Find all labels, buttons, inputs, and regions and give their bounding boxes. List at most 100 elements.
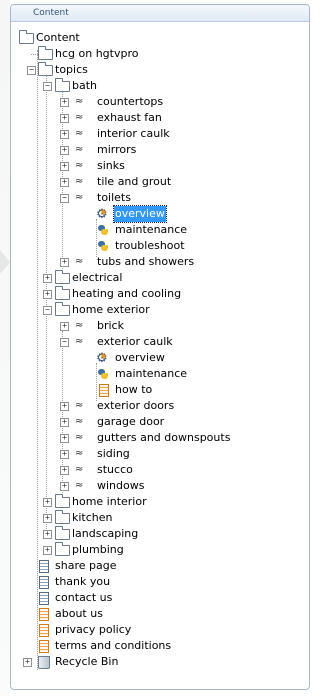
- expand-icon[interactable]: +: [60, 130, 69, 139]
- template-icon: ≈: [75, 96, 84, 107]
- tree-item-plumbing[interactable]: + plumbing: [11, 542, 309, 558]
- tree-item-mirrors[interactable]: + ≈ mirrors: [11, 142, 309, 158]
- expand-icon[interactable]: +: [43, 274, 52, 283]
- tree-item-hcg[interactable]: hcg on hgtvpro: [11, 46, 309, 62]
- tree-item-share-page[interactable]: share page: [11, 558, 309, 574]
- left-gutter: [0, 0, 10, 696]
- tree-item-stucco[interactable]: + ≈ stucco: [11, 462, 309, 478]
- expand-icon[interactable]: +: [43, 290, 52, 299]
- expand-icon[interactable]: +: [43, 546, 52, 555]
- tree-item-exterior-caulk-overview[interactable]: ⚙ overview: [11, 350, 309, 366]
- expand-icon[interactable]: +: [60, 322, 69, 331]
- template-icon: ≈: [75, 256, 84, 267]
- expand-icon[interactable]: +: [43, 514, 52, 523]
- tree-item-exterior-caulk-maintenance[interactable]: maintenance: [11, 366, 309, 382]
- collapse-arrow-icon[interactable]: [0, 250, 10, 274]
- expand-icon[interactable]: +: [60, 402, 69, 411]
- page-icon: [39, 560, 49, 573]
- expand-icon[interactable]: +: [60, 146, 69, 155]
- tree-item-privacy-policy[interactable]: privacy policy: [11, 622, 309, 638]
- template-icon: ≈: [75, 144, 84, 155]
- tree-item-heating-and-cooling[interactable]: + heating and cooling: [11, 286, 309, 302]
- python-icon: [97, 368, 109, 380]
- document-icon: [39, 624, 49, 637]
- tree-item-landscaping[interactable]: + landscaping: [11, 526, 309, 542]
- tree-item-electrical[interactable]: + electrical: [11, 270, 309, 286]
- expand-icon[interactable]: +: [60, 178, 69, 187]
- expand-icon[interactable]: +: [60, 418, 69, 427]
- expand-icon[interactable]: +: [60, 98, 69, 107]
- python-icon: [97, 240, 109, 252]
- expand-icon[interactable]: +: [43, 530, 52, 539]
- expand-icon[interactable]: +: [60, 434, 69, 443]
- tree-item-exterior-caulk-how-to[interactable]: how to: [11, 382, 309, 398]
- tree-item-exhaust-fan[interactable]: + ≈ exhaust fan: [11, 110, 309, 126]
- tree-item-home-exterior[interactable]: − home exterior: [11, 302, 309, 318]
- folder-icon: [55, 526, 70, 540]
- template-icon: ≈: [75, 400, 84, 411]
- expand-icon[interactable]: +: [60, 162, 69, 171]
- template-icon: ≈: [75, 176, 84, 187]
- content-tree: Content hcg on hgtvpro − topics − bath +…: [11, 22, 309, 688]
- tree-item-sinks[interactable]: + ≈ sinks: [11, 158, 309, 174]
- tree-item-toilets[interactable]: − ≈ toilets: [11, 190, 309, 206]
- page-icon: [39, 592, 49, 605]
- template-icon: ≈: [75, 160, 84, 171]
- collapse-icon[interactable]: −: [43, 82, 52, 91]
- tree-item-kitchen[interactable]: + kitchen: [11, 510, 309, 526]
- tree-item-terms-and-conditions[interactable]: terms and conditions: [11, 638, 309, 654]
- template-icon: ≈: [75, 464, 84, 475]
- tree-item-home-interior[interactable]: + home interior: [11, 494, 309, 510]
- tree-item-recycle-bin[interactable]: + Recycle Bin: [11, 654, 309, 670]
- python-icon: [97, 224, 109, 236]
- tree-item-tile-and-grout[interactable]: + ≈ tile and grout: [11, 174, 309, 190]
- collapse-icon[interactable]: −: [27, 66, 36, 75]
- tree-item-exterior-caulk[interactable]: − ≈ exterior caulk: [11, 334, 309, 350]
- tree-item-interior-caulk[interactable]: + ≈ interior caulk: [11, 126, 309, 142]
- collapse-icon[interactable]: −: [60, 194, 69, 203]
- expand-icon[interactable]: +: [60, 114, 69, 123]
- folder-icon: [38, 46, 53, 60]
- template-icon: ≈: [75, 336, 84, 347]
- tree-item-toilets-troubleshoot[interactable]: troubleshoot: [11, 238, 309, 254]
- template-icon: ≈: [75, 432, 84, 443]
- tree-item-garage-door[interactable]: + ≈ garage door: [11, 414, 309, 430]
- folder-open-icon: [19, 30, 34, 44]
- collapse-icon[interactable]: −: [60, 338, 69, 347]
- expand-icon[interactable]: +: [43, 498, 52, 507]
- expand-icon[interactable]: +: [23, 658, 32, 667]
- expand-icon[interactable]: +: [60, 466, 69, 475]
- tree-item-exterior-doors[interactable]: + ≈ exterior doors: [11, 398, 309, 414]
- tree-item-tubs-and-showers[interactable]: + ≈ tubs and showers: [11, 254, 309, 270]
- tree-item-bath[interactable]: − bath: [11, 78, 309, 94]
- tree-item-topics[interactable]: − topics: [11, 62, 309, 78]
- expand-icon[interactable]: +: [60, 450, 69, 459]
- tree-item-toilets-maintenance[interactable]: maintenance: [11, 222, 309, 238]
- template-icon: ≈: [75, 448, 84, 459]
- page-icon: [39, 576, 49, 589]
- folder-icon: [55, 494, 70, 508]
- collapse-icon[interactable]: −: [43, 306, 52, 315]
- expand-icon[interactable]: +: [60, 258, 69, 267]
- tree-item-toilets-overview[interactable]: ⚙ overview: [11, 205, 309, 223]
- tree-item-windows[interactable]: + ≈ windows: [11, 478, 309, 494]
- panel-title: Content: [11, 5, 309, 22]
- folder-icon: [38, 62, 53, 76]
- tree-item-countertops[interactable]: + ≈ countertops: [11, 94, 309, 110]
- gear-icon: ⚙: [96, 206, 108, 221]
- tree-item-about-us[interactable]: about us: [11, 606, 309, 622]
- gear-icon: ⚙: [96, 350, 108, 365]
- folder-icon: [55, 542, 70, 556]
- tree-item-gutters-and-downspouts[interactable]: + ≈ gutters and downspouts: [11, 430, 309, 446]
- tree-item-contact-us[interactable]: contact us: [11, 590, 309, 606]
- tree-item-content[interactable]: Content: [11, 30, 309, 46]
- document-icon: [99, 384, 109, 397]
- expand-icon[interactable]: +: [60, 482, 69, 491]
- template-icon: ≈: [75, 416, 84, 427]
- content-tree-panel: Content Content hcg on hgtvpro − topics …: [10, 4, 310, 690]
- folder-icon: [55, 286, 70, 300]
- folder-icon: [55, 302, 70, 316]
- tree-item-thank-you[interactable]: thank you: [11, 574, 309, 590]
- tree-item-brick[interactable]: + ≈ brick: [11, 318, 309, 334]
- tree-item-siding[interactable]: + ≈ siding: [11, 446, 309, 462]
